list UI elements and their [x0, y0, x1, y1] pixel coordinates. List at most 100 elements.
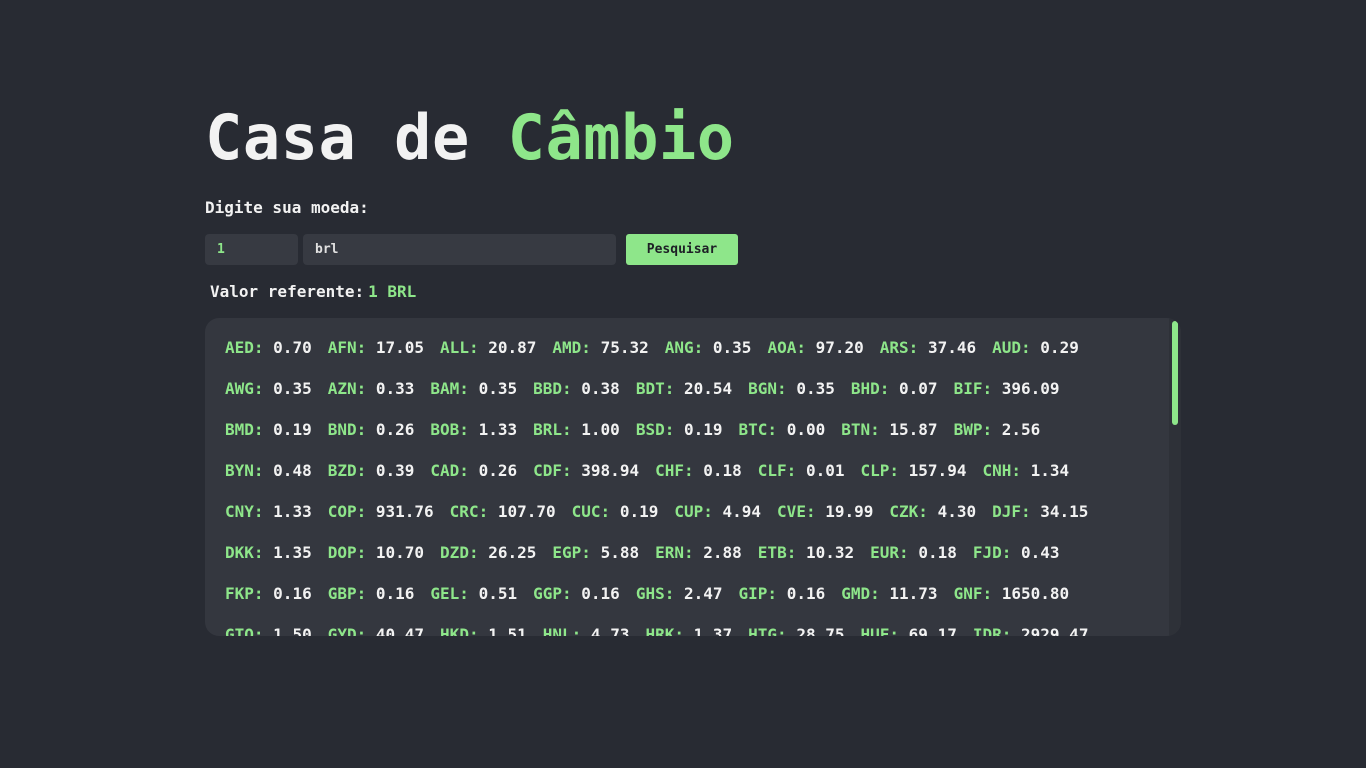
rate-item: FJD: 0.43: [973, 531, 1060, 574]
rate-item: GTQ: 1.50: [225, 613, 312, 636]
rate-value: 5.88: [600, 543, 640, 562]
rate-value: 0.35: [796, 379, 835, 398]
rate-item: HRK: 1.37: [645, 613, 732, 636]
rate-value: 4.73: [590, 625, 630, 636]
reference-value: Valor referente: 1 BRL: [210, 282, 416, 301]
rate-value: 2929.47: [1021, 625, 1089, 636]
rate-code: CHF:: [655, 461, 694, 480]
rate-value: 4.94: [722, 502, 762, 521]
rate-code: GEL:: [430, 584, 469, 603]
rate-code: HRK:: [645, 625, 684, 636]
rate-value: 0.35: [712, 338, 752, 357]
rate-value: 0.01: [805, 461, 845, 480]
rate-value: 1650.80: [1001, 584, 1070, 603]
rates-row: DKK: 1.35 DOP: 10.70 DZD: 26.25 EGP: 5.88 ER…: [225, 531, 1155, 572]
rate-code: CUP:: [674, 502, 713, 521]
rate-item: CZK: 4.30: [889, 490, 976, 533]
rate-value: 37.46: [927, 338, 977, 357]
rate-code: ALL:: [440, 338, 479, 357]
rate-code: ARS:: [879, 338, 919, 357]
rate-code: BRL:: [533, 420, 572, 439]
rate-value: 0.26: [478, 461, 518, 480]
rate-value: 97.20: [815, 338, 864, 357]
rate-item: ANG: 0.35: [665, 326, 752, 369]
rate-code: EUR:: [870, 543, 909, 562]
rate-value: 10.32: [805, 543, 855, 562]
rate-item: AED: 0.70: [225, 326, 312, 369]
rate-item: BDT: 20.54: [636, 367, 732, 410]
rate-value: 0.18: [703, 461, 742, 480]
rate-code: CDF:: [533, 461, 572, 480]
rate-code: GMD:: [841, 584, 880, 603]
rate-item: CNH: 1.34: [982, 449, 1069, 492]
rate-item: BHD: 0.07: [851, 367, 938, 410]
rate-code: DJF:: [992, 502, 1031, 521]
rate-code: HKD:: [440, 625, 479, 636]
rate-code: AUD:: [992, 338, 1031, 357]
rate-code: ANG:: [664, 338, 704, 357]
rate-item: ETB: 10.32: [758, 531, 854, 574]
rate-item: HKD: 1.51: [440, 613, 527, 636]
rate-item: BGN: 0.35: [748, 367, 835, 410]
rates-panel[interactable]: AED: 0.70 AFN: 17.05 ALL: 20.87 AMD: 75.32 A…: [205, 318, 1181, 636]
scrollbar-track[interactable]: [1169, 318, 1181, 636]
rate-value: 0.00: [786, 420, 826, 439]
rate-code: BBD:: [533, 379, 572, 398]
rate-value: 0.33: [375, 379, 415, 398]
rate-item: GIP: 0.16: [739, 572, 826, 615]
rate-value: 0.19: [273, 420, 312, 439]
rate-value: 0.18: [918, 543, 957, 562]
rate-item: AZN: 0.33: [328, 367, 415, 410]
rate-code: GIP:: [738, 584, 778, 603]
rate-item: BRL: 1.00: [533, 408, 620, 451]
rate-item: GEL: 0.51: [430, 572, 517, 615]
rate-code: BAM:: [430, 379, 469, 398]
rate-item: CHF: 0.18: [655, 449, 742, 492]
reference-label: Valor referente:: [210, 282, 365, 301]
rate-code: GTQ:: [225, 625, 264, 636]
rate-item: BBD: 0.38: [533, 367, 620, 410]
rate-code: GGP:: [533, 584, 572, 603]
rate-value: 0.39: [375, 461, 415, 480]
rate-code: GNF:: [953, 584, 993, 603]
rate-item: ALL: 20.87: [440, 326, 536, 369]
amount-input[interactable]: [205, 234, 298, 265]
rate-value: 2.56: [1001, 420, 1041, 439]
rate-item: CDF: 398.94: [533, 449, 639, 492]
rate-item: BZD: 0.39: [328, 449, 415, 492]
rate-item: EUR: 0.18: [870, 531, 957, 574]
rate-item: BTN: 15.87: [841, 408, 937, 451]
rate-value: 11.73: [889, 584, 938, 603]
rate-code: AMD:: [552, 338, 591, 357]
rate-item: IDR: 2929.47: [973, 613, 1089, 636]
rate-code: CLP:: [860, 461, 900, 480]
rate-value: 1.33: [273, 502, 312, 521]
rate-code: ERN:: [655, 543, 694, 562]
rate-value: 1.00: [581, 420, 620, 439]
rate-item: BOB: 1.33: [430, 408, 517, 451]
rates-row: BMD: 0.19 BND: 0.26 BOB: 1.33 BRL: 1.00 BSD:…: [225, 408, 1155, 449]
currency-input[interactable]: [303, 234, 616, 265]
scrollbar-thumb[interactable]: [1172, 321, 1178, 425]
rate-value: 931.76: [375, 502, 434, 521]
rate-code: BGN:: [748, 379, 787, 398]
rate-item: DJF: 34.15: [992, 490, 1088, 533]
rate-code: DOP:: [327, 543, 367, 562]
rate-code: HUF:: [860, 625, 900, 636]
rate-value: 0.19: [683, 420, 723, 439]
rate-value: 0.29: [1040, 338, 1079, 357]
rate-value: 0.07: [899, 379, 938, 398]
rate-code: AFN:: [327, 338, 367, 357]
rate-code: AZN:: [327, 379, 367, 398]
rates-list: AED: 0.70 AFN: 17.05 ALL: 20.87 AMD: 75.32 A…: [225, 326, 1155, 636]
search-button[interactable]: Pesquisar: [626, 234, 738, 265]
rate-item: CLF: 0.01: [758, 449, 845, 492]
rate-code: DKK:: [225, 543, 264, 562]
rate-code: HNL:: [542, 625, 582, 636]
rate-code: FJD:: [972, 543, 1012, 562]
rates-row: GTQ: 1.50 GYD: 40.47 HKD: 1.51 HNL: 4.73 HRK…: [225, 613, 1155, 636]
rate-item: CVE: 19.99: [777, 490, 873, 533]
rate-code: COP:: [327, 502, 367, 521]
rate-value: 4.30: [937, 502, 977, 521]
rate-code: HTG:: [748, 625, 787, 636]
